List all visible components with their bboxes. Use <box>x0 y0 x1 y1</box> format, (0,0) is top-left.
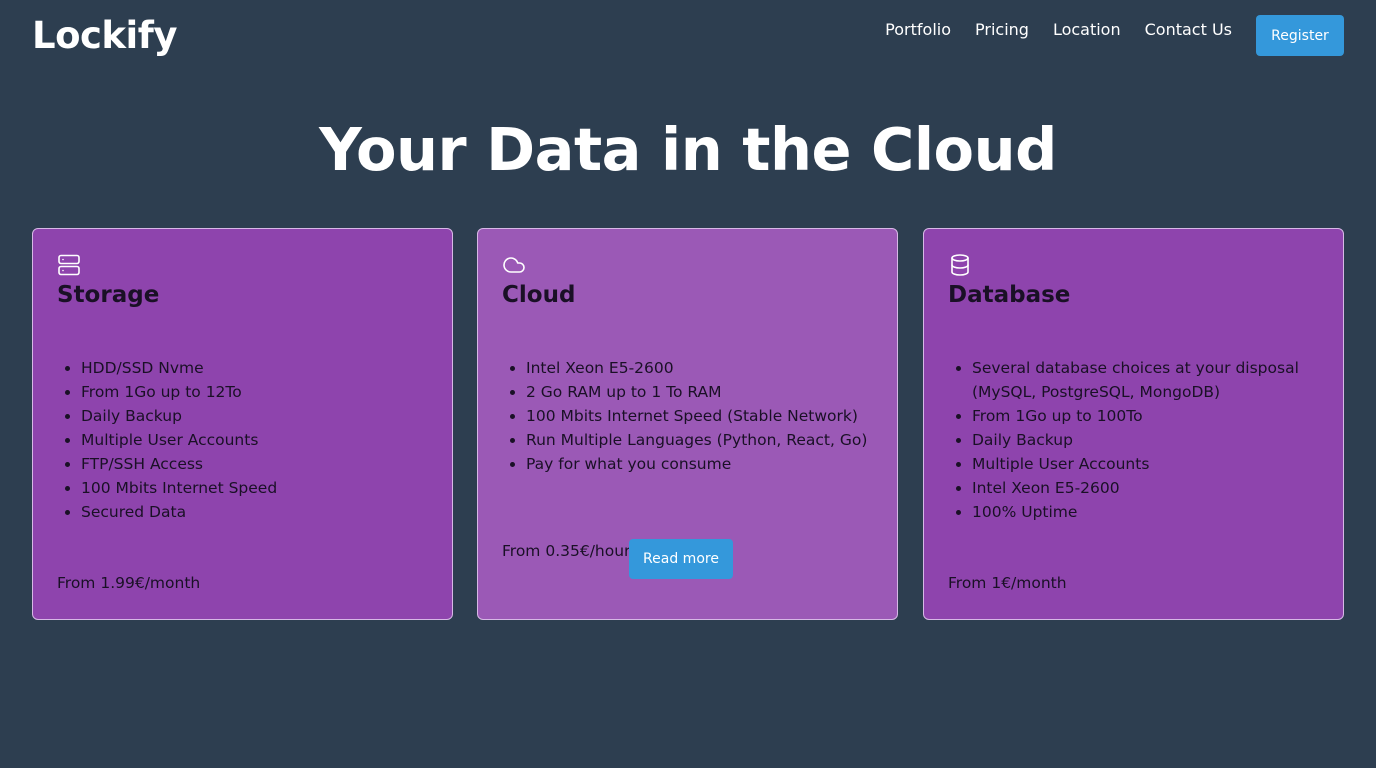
feature-list: HDD/SSD Nvme From 1Go up to 12To Daily B… <box>81 356 432 524</box>
site-header: Lockify Portfolio Pricing Location Conta… <box>0 0 1376 80</box>
read-more-button[interactable]: Read more <box>629 539 733 579</box>
plan-card-cloud: Cloud Intel Xeon E5-2600 2 Go RAM up to … <box>477 228 898 620</box>
card-title: Database <box>948 282 1071 308</box>
nav-link-contact-us[interactable]: Contact Us <box>1145 17 1232 43</box>
card-title: Storage <box>57 282 160 308</box>
list-item: Multiple User Accounts <box>972 452 1323 476</box>
nav-link-pricing[interactable]: Pricing <box>975 17 1029 43</box>
nav-link-location[interactable]: Location <box>1053 17 1121 43</box>
register-button[interactable]: Register <box>1256 15 1344 56</box>
list-item: From 1Go up to 100To <box>972 404 1323 428</box>
nav-link-portfolio[interactable]: Portfolio <box>885 17 951 43</box>
list-item: Multiple User Accounts <box>81 428 432 452</box>
list-item: 100% Uptime <box>972 500 1323 524</box>
price-label: From 1€/month <box>948 574 1067 592</box>
plan-card-database: Database Several database choices at you… <box>923 228 1344 620</box>
plan-card-storage: Storage HDD/SSD Nvme From 1Go up to 12To… <box>32 228 453 620</box>
list-item: Daily Backup <box>81 404 432 428</box>
list-item: Run Multiple Languages (Python, React, G… <box>526 428 877 452</box>
card-title: Cloud <box>502 282 576 308</box>
list-item: 100 Mbits Internet Speed <box>81 476 432 500</box>
logo[interactable]: Lockify <box>32 14 177 58</box>
feature-list: Intel Xeon E5-2600 2 Go RAM up to 1 To R… <box>526 356 877 476</box>
list-item: From 1Go up to 12To <box>81 380 432 404</box>
list-item: 2 Go RAM up to 1 To RAM <box>526 380 877 404</box>
list-item: Several database choices at your disposa… <box>972 356 1323 404</box>
price-label: From 0.35€/hour <box>502 542 631 560</box>
feature-list: Several database choices at your disposa… <box>972 356 1323 524</box>
database-icon <box>948 253 972 277</box>
price-label: From 1.99€/month <box>57 574 201 592</box>
list-item: Intel Xeon E5-2600 <box>526 356 877 380</box>
list-item: Daily Backup <box>972 428 1323 452</box>
cloud-icon <box>502 253 526 277</box>
list-item: HDD/SSD Nvme <box>81 356 432 380</box>
server-icon <box>57 253 81 277</box>
page: Lockify Portfolio Pricing Location Conta… <box>0 0 1376 768</box>
list-item: FTP/SSH Access <box>81 452 432 476</box>
main-nav: Portfolio Pricing Location Contact Us Re… <box>885 15 1344 56</box>
page-title: Your Data in the Cloud <box>319 115 1057 184</box>
list-item: Pay for what you consume <box>526 452 877 476</box>
list-item: 100 Mbits Internet Speed (Stable Network… <box>526 404 877 428</box>
list-item: Intel Xeon E5-2600 <box>972 476 1323 500</box>
list-item: Secured Data <box>81 500 432 524</box>
